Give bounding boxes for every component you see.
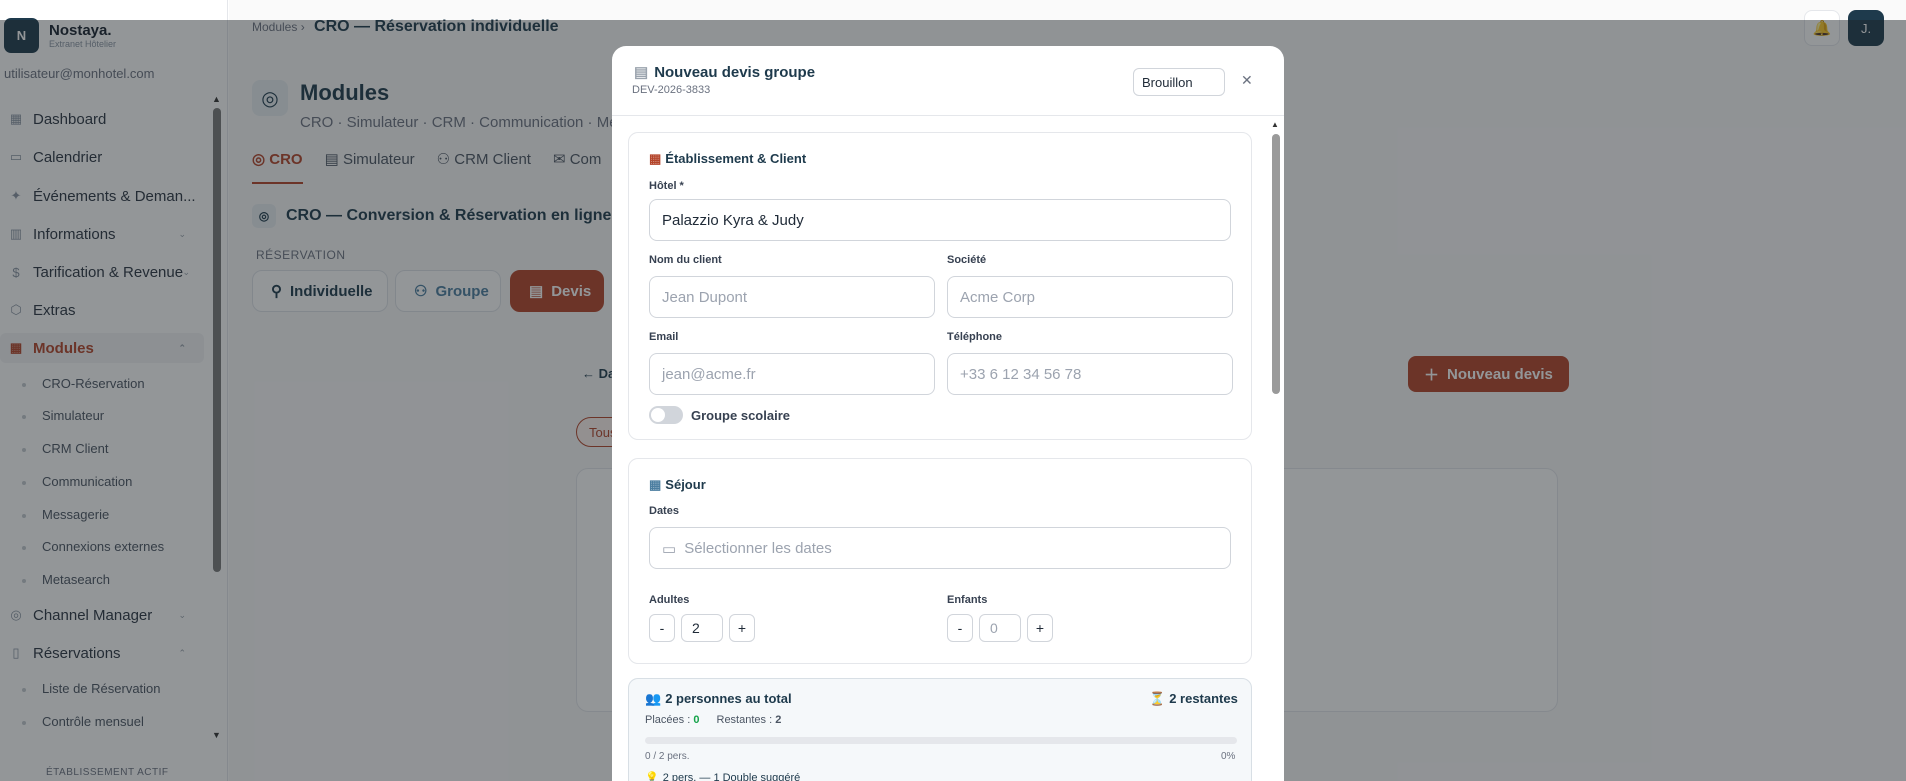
hourglass-icon: ⏳ (1149, 691, 1166, 706)
suggestion-text: 2 pers. — 1 Double suggéré (662, 772, 801, 781)
quote-reference: DEV-2026-3833 (632, 84, 711, 96)
stay-section-card: ▦ Séjour Dates ▭ Sélectionner les dates Ad… (628, 458, 1252, 664)
school-group-toggle[interactable] (649, 406, 683, 424)
document-icon: ▤ (634, 64, 649, 81)
children-decrement-button[interactable]: - (947, 614, 973, 642)
hotel-field[interactable]: Palazzio Kyra & Judy (649, 199, 1231, 241)
remaining-badge-text: 2 restantes (1169, 691, 1238, 706)
new-group-quote-modal: ▤ Nouveau devis groupe DEV-2026-3833 Brou… (612, 46, 1284, 781)
calendar-icon: ▭ (662, 541, 677, 558)
adults-input[interactable]: 2 (681, 614, 723, 642)
email-label: Email (649, 331, 679, 343)
dates-field[interactable]: ▭ Sélectionner les dates (649, 527, 1231, 569)
section-title-text: Séjour (665, 477, 706, 492)
scroll-up-arrow-icon[interactable]: ▲ (1271, 120, 1279, 129)
hotel-icon: ▦ (649, 151, 662, 166)
remaining-badge: ⏳ 2 restantes (1149, 691, 1238, 707)
modal-title: ▤ Nouveau devis groupe (634, 63, 815, 81)
adults-increment-button[interactable]: + (729, 614, 755, 642)
modal-title-text: Nouveau devis groupe (654, 64, 816, 81)
lightbulb-icon: 💡 (645, 772, 659, 781)
placed-label: Placées : (645, 714, 691, 726)
children-label: Enfants (947, 594, 988, 606)
placed-value: 0 (693, 714, 700, 726)
remaining-value: 2 (775, 714, 782, 726)
company-label: Société (947, 254, 987, 266)
calendar-icon: ▦ (649, 477, 662, 492)
email-field[interactable]: jean@acme.fr (649, 353, 935, 395)
occupancy-progress-bar (645, 737, 1237, 744)
summary-total: 👥 2 personnes au total (645, 691, 792, 707)
progress-percent: 0% (1221, 751, 1236, 762)
progress-text: 0 / 2 pers. (645, 751, 690, 762)
section-title-text: Établissement & Client (665, 151, 807, 166)
close-icon[interactable]: ✕ (1241, 72, 1253, 89)
children-increment-button[interactable]: + (1027, 614, 1053, 642)
remaining-label: Restantes : (716, 714, 773, 726)
client-section-title: ▦ Établissement & Client (649, 151, 806, 167)
children-input[interactable]: 0 (979, 614, 1021, 642)
phone-field[interactable]: +33 6 12 34 56 78 (947, 353, 1233, 395)
room-suggestion: 💡 2 pers. — 1 Double suggéré (645, 771, 800, 781)
adults-label: Adultes (649, 594, 690, 606)
stay-section-title: ▦ Séjour (649, 477, 706, 493)
client-section-card: ▦ Établissement & Client Hôtel * Palazzio… (628, 132, 1252, 440)
summary-total-text: 2 personnes au total (665, 691, 792, 706)
users-icon: 👥 (645, 691, 662, 706)
school-group-label: Groupe scolaire (691, 408, 790, 423)
status-select[interactable]: Brouillon (1133, 68, 1225, 96)
modal-scrollbar[interactable] (1272, 134, 1280, 394)
dates-label: Dates (649, 505, 679, 517)
dates-placeholder: Sélectionner les dates (684, 540, 832, 557)
client-name-field[interactable]: Jean Dupont (649, 276, 935, 318)
client-name-label: Nom du client (649, 254, 722, 266)
adults-decrement-button[interactable]: - (649, 614, 675, 642)
hotel-label: Hôtel * (649, 180, 684, 192)
modal-header: ▤ Nouveau devis groupe DEV-2026-3833 Brou… (612, 46, 1284, 116)
occupancy-summary: 👥 2 personnes au total ⏳ 2 restantes Placé… (628, 678, 1252, 781)
placed-stats: Placées : 0 Restantes : 2 (645, 714, 781, 726)
phone-label: Téléphone (947, 331, 1003, 343)
company-field[interactable]: Acme Corp (947, 276, 1233, 318)
